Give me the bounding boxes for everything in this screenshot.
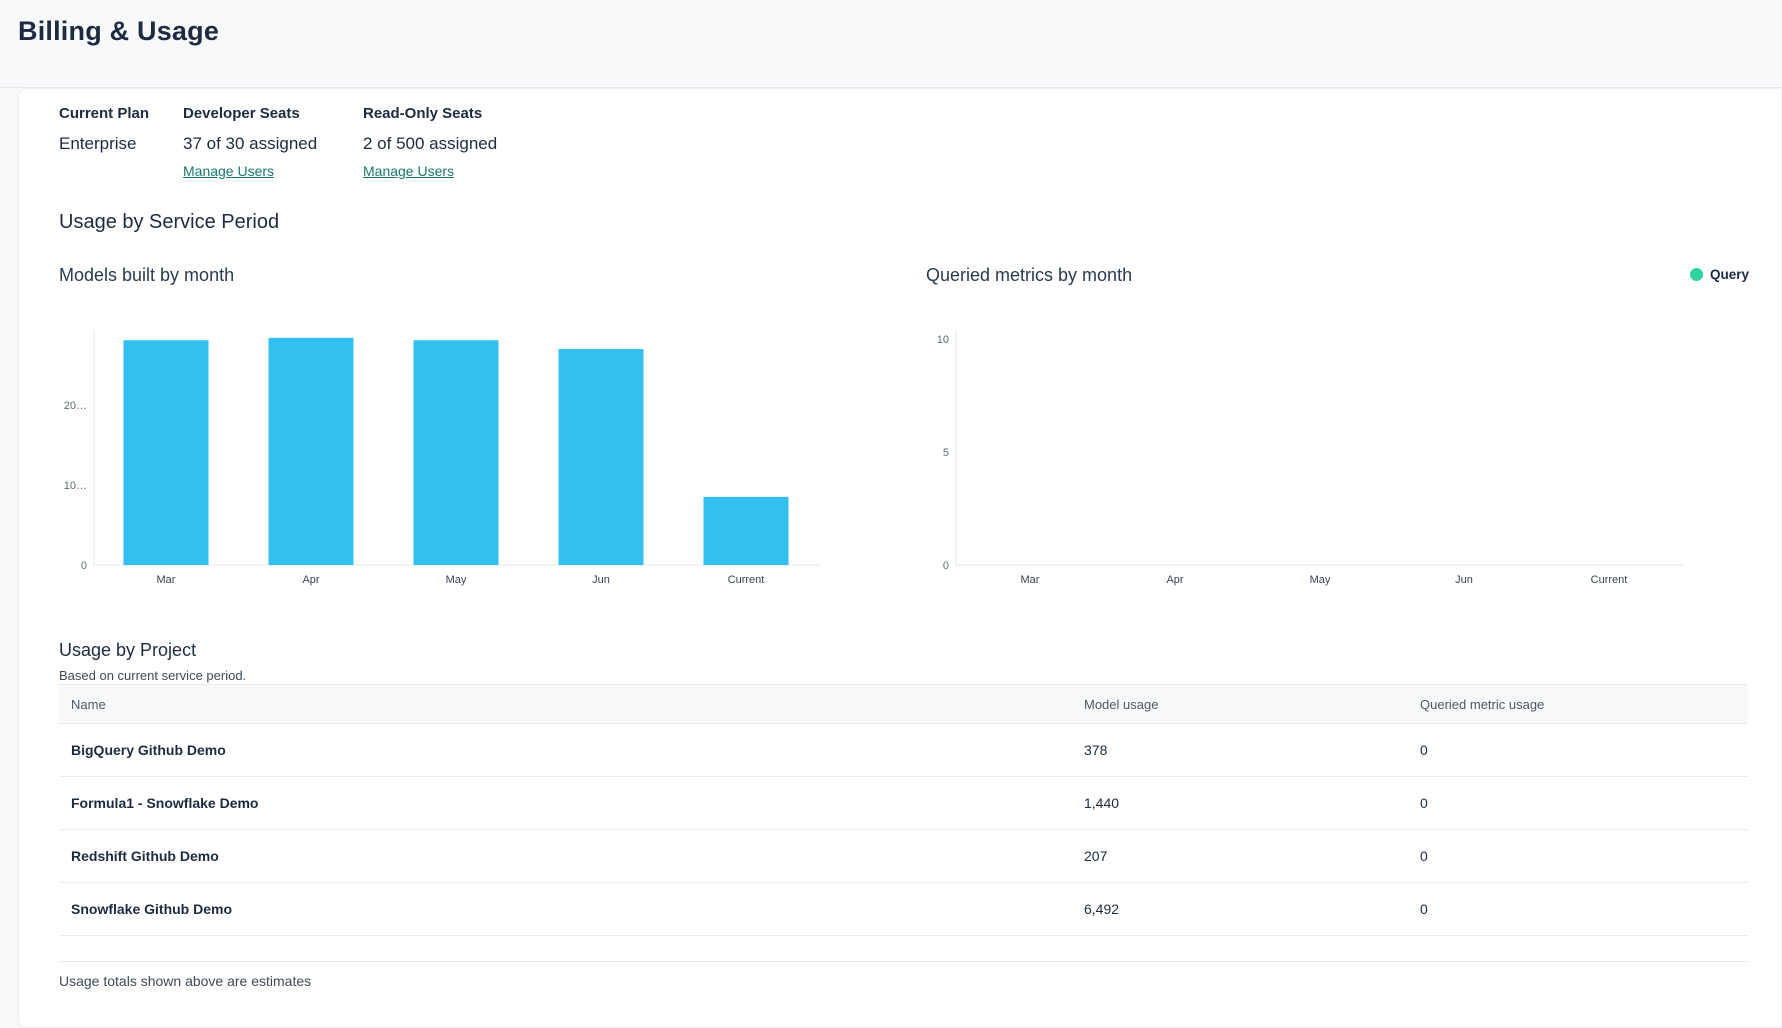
manage-users-link-developer[interactable]: Manage Users bbox=[183, 163, 274, 179]
column-header: Queried metric usage bbox=[1420, 697, 1748, 712]
query-legend: Query bbox=[1690, 267, 1749, 282]
x-tick-label: Jun bbox=[1455, 574, 1473, 586]
usage-by-service-period-heading: Usage by Service Period bbox=[59, 211, 279, 234]
x-tick-label: Current bbox=[1591, 574, 1628, 586]
readonly-seats-label: Read-Only Seats bbox=[363, 105, 497, 122]
x-tick-label: Mar bbox=[157, 574, 176, 586]
y-tick-label: 20… bbox=[64, 400, 87, 412]
y-tick-label: 10… bbox=[64, 480, 87, 492]
bar bbox=[414, 340, 499, 565]
table-row: BigQuery Github Demo3780 bbox=[59, 724, 1748, 777]
x-tick-label: May bbox=[446, 574, 467, 586]
usage-by-project-heading: Usage by Project bbox=[59, 640, 196, 661]
x-tick-label: Mar bbox=[1021, 574, 1040, 586]
x-tick-label: May bbox=[1310, 574, 1331, 586]
table-bottom-spacer bbox=[59, 936, 1748, 962]
y-tick-label: 0 bbox=[81, 560, 87, 572]
usage-by-project-subtitle: Based on current service period. bbox=[59, 668, 246, 683]
usage-value-cell: 0 bbox=[1420, 901, 1748, 917]
usage-table-body: BigQuery Github Demo3780Formula1 - Snowf… bbox=[59, 724, 1748, 936]
table-row: Snowflake Github Demo6,4920 bbox=[59, 883, 1748, 936]
queried-metrics-chart: 0 5 10 Mar Apr May Jun Current bbox=[921, 301, 1711, 591]
project-name-cell: Formula1 - Snowflake Demo bbox=[59, 795, 1084, 811]
usage-value-cell: 0 bbox=[1420, 742, 1748, 758]
usage-by-project-table: NameModel usageQueried metric usage BigQ… bbox=[59, 684, 1748, 962]
x-tick-label: Apr bbox=[1166, 574, 1183, 586]
current-plan-column: Current Plan Enterprise bbox=[59, 105, 183, 179]
manage-users-link-readonly[interactable]: Manage Users bbox=[363, 163, 454, 179]
y-tick-label: 10 bbox=[937, 334, 949, 346]
top-header-bar: Billing & Usage bbox=[0, 0, 1782, 88]
bar bbox=[559, 349, 644, 565]
project-name-cell: BigQuery Github Demo bbox=[59, 742, 1084, 758]
usage-value-cell: 207 bbox=[1084, 848, 1420, 864]
models-chart-title: Models built by month bbox=[59, 265, 234, 286]
metrics-chart-title: Queried metrics by month bbox=[926, 265, 1132, 286]
developer-seats-value: 37 of 30 assigned bbox=[183, 134, 345, 154]
table-row: Formula1 - Snowflake Demo1,4400 bbox=[59, 777, 1748, 830]
y-tick-label: 0 bbox=[943, 560, 949, 572]
models-built-chart: 0 10… 20… Mar Apr May Jun Current bbox=[59, 301, 829, 591]
usage-value-cell: 0 bbox=[1420, 795, 1748, 811]
table-header-row: NameModel usageQueried metric usage bbox=[59, 684, 1748, 724]
project-name-cell: Redshift Github Demo bbox=[59, 848, 1084, 864]
column-header: Name bbox=[59, 697, 1084, 712]
usage-value-cell: 0 bbox=[1420, 848, 1748, 864]
usage-estimates-footnote: Usage totals shown above are estimates bbox=[59, 973, 311, 989]
plan-summary: Current Plan Enterprise Developer Seats … bbox=[59, 105, 497, 179]
readonly-seats-column: Read-Only Seats 2 of 500 assigned Manage… bbox=[363, 105, 497, 179]
usage-value-cell: 1,440 bbox=[1084, 795, 1420, 811]
table-row: Redshift Github Demo2070 bbox=[59, 830, 1748, 883]
x-tick-label: Apr bbox=[302, 574, 319, 586]
bar bbox=[704, 497, 789, 565]
project-name-cell: Snowflake Github Demo bbox=[59, 901, 1084, 917]
x-tick-label: Jun bbox=[592, 574, 610, 586]
x-tick-label: Current bbox=[728, 574, 765, 586]
bar bbox=[269, 338, 354, 565]
current-plan-label: Current Plan bbox=[59, 105, 183, 122]
billing-card: Current Plan Enterprise Developer Seats … bbox=[18, 88, 1782, 1028]
y-tick-label: 5 bbox=[943, 447, 949, 459]
current-plan-value: Enterprise bbox=[59, 134, 183, 154]
usage-value-cell: 378 bbox=[1084, 742, 1420, 758]
column-header: Model usage bbox=[1084, 697, 1420, 712]
query-legend-dot-icon bbox=[1690, 268, 1703, 281]
page-title: Billing & Usage bbox=[18, 16, 219, 47]
bar bbox=[124, 340, 209, 565]
developer-seats-column: Developer Seats 37 of 30 assigned Manage… bbox=[183, 105, 345, 179]
developer-seats-label: Developer Seats bbox=[183, 105, 345, 122]
readonly-seats-value: 2 of 500 assigned bbox=[363, 134, 497, 154]
usage-value-cell: 6,492 bbox=[1084, 901, 1420, 917]
query-legend-label: Query bbox=[1710, 267, 1749, 282]
